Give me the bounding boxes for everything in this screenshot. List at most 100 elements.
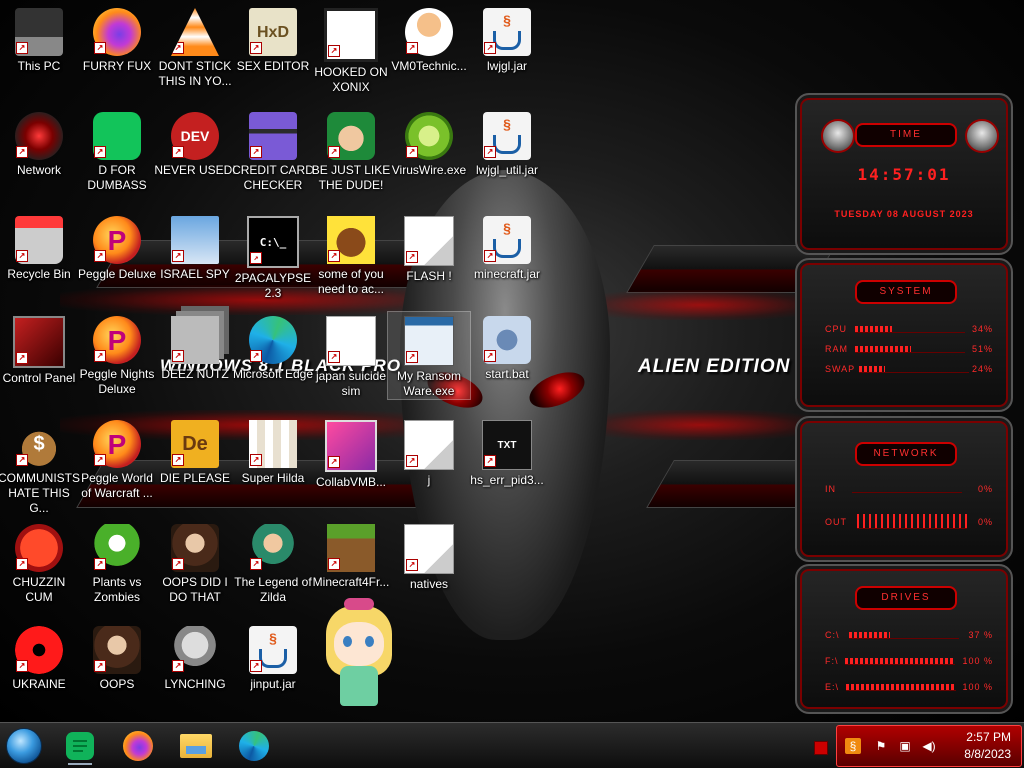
shortcut-arrow-icon: ↗ xyxy=(172,250,184,262)
window-app-icon: ↗ xyxy=(404,316,454,366)
flag-icon[interactable]: ⚑ xyxy=(873,738,889,754)
shortcut-arrow-icon: ↗ xyxy=(172,454,184,466)
desktop-icon-label: CollabVMB... xyxy=(315,475,387,489)
taskbar-file-explorer-button[interactable] xyxy=(176,727,216,765)
desktop-icon[interactable]: ↗ OOPS xyxy=(76,622,158,692)
desktop-icon-label: DIE PLEASE xyxy=(159,471,231,485)
desktop-icon[interactable]: § ↗ lwjgl_util.jar xyxy=(466,108,548,178)
shortcut-arrow-icon: ↗ xyxy=(94,146,106,158)
desktop-icon[interactable]: ↗ Control Panel xyxy=(0,312,80,386)
desktop-icon[interactable]: TXT ↗ hs_err_pid3... xyxy=(466,416,548,488)
drive-row-value: 37 % xyxy=(968,630,993,640)
system-widget: SYSTEM CPU 34% RAM 51% SWAP 24% xyxy=(795,258,1013,412)
desktop-icon[interactable]: ↗ CHUZZIN CUM xyxy=(0,520,80,605)
desktop-icon[interactable]: ↗ DEEZ NUTZ xyxy=(154,312,236,382)
desktop-icon[interactable]: ↗ The Legend of Zilda xyxy=(232,520,314,605)
desktop-icon[interactable]: C:\_ ↗ 2PACALYPSE 2.3 xyxy=(232,212,314,301)
taskbar-green-app-button[interactable] xyxy=(60,727,100,765)
java-update-icon[interactable]: § xyxy=(845,738,861,754)
network-widget: NETWORK IN 0% OUT 0% xyxy=(795,416,1013,562)
desktop-icon-label: natives xyxy=(409,577,449,591)
desktop-icon[interactable]: ↗ Recycle Bin xyxy=(0,212,80,282)
network-status-icon[interactable]: ▣ xyxy=(897,738,913,754)
desktop-icon[interactable]: P ↗ Peggle Deluxe xyxy=(76,212,158,282)
desktop-icon-label: SEX EDITOR xyxy=(236,59,310,73)
desktop-icon[interactable]: ↗ OOPS DID I DO THAT xyxy=(154,520,236,605)
desktop-icon[interactable]: ↗ DONT STICK THIS IN YO... xyxy=(154,4,236,89)
volume-icon[interactable]: ◀) xyxy=(921,738,937,754)
txt-file-icon: TXT ↗ xyxy=(482,420,532,470)
system-row-label: SWAP xyxy=(825,364,856,374)
desktop-icon[interactable]: ↗ My Ransom Ware.exe xyxy=(387,311,471,400)
shortcut-arrow-icon: ↗ xyxy=(250,558,262,570)
drive-row-value: 100 % xyxy=(962,682,993,692)
desktop-icon[interactable]: ↗ ISRAEL SPY xyxy=(154,212,236,282)
shortcut-arrow-icon: ↗ xyxy=(172,42,184,54)
desktop-icon[interactable]: ↗ Minecraft4Fr... xyxy=(310,520,392,590)
desktop-icon[interactable]: ↗ VM0Technic... xyxy=(388,4,470,74)
shortcut-arrow-icon: ↗ xyxy=(484,455,496,467)
taskbar-firefox-button[interactable] xyxy=(118,727,158,765)
desktop-icon[interactable]: ↗ japan suicide sim xyxy=(310,312,392,399)
network-row-in: IN 0% xyxy=(825,484,993,494)
taskbar-clock[interactable]: 2:57 PM 8/8/2023 xyxy=(964,729,1011,763)
desktop-icon[interactable]: ↗ Microsoft Edge xyxy=(232,312,314,382)
desktop-icon[interactable]: ↗ D FOR DUMBASS xyxy=(76,108,158,193)
shortcut-arrow-icon: ↗ xyxy=(16,42,28,54)
star-character-sticker[interactable] xyxy=(312,596,404,720)
desktop-icon[interactable]: ↗ Network xyxy=(0,108,80,178)
desktop-icon-label: hs_err_pid3... xyxy=(470,473,544,487)
portrait-icon: ↗ xyxy=(93,626,141,674)
desktop-icon[interactable]: ↗ FLASH ! xyxy=(388,212,470,284)
desktop-icon[interactable]: ↗ j xyxy=(388,416,470,488)
desktop-icon[interactable]: ↗ HOOKED ON XONIX xyxy=(310,4,392,95)
network-out-label: OUT xyxy=(825,516,847,527)
desktop-icon[interactable]: § ↗ lwjgl.jar xyxy=(466,4,548,74)
desktop-icon[interactable]: ↗ natives xyxy=(388,520,470,592)
shortcut-arrow-icon: ↗ xyxy=(250,350,262,362)
desktop-icon-label: COMMUNISTS HATE THIS G... xyxy=(0,471,80,515)
desktop-icon-label: D FOR DUMBASS xyxy=(87,163,147,192)
desktop-icon[interactable]: ↗ LYNCHING xyxy=(154,622,236,692)
desktop-icon[interactable]: DEV ↗ NEVER USED! xyxy=(154,108,236,178)
desktop-icon-label: NEVER USED! xyxy=(154,163,236,177)
desktop-icon-label: Control Panel xyxy=(2,371,76,385)
desktop-icon-label: This PC xyxy=(17,59,61,73)
edge-icon xyxy=(239,731,269,761)
desktop-icon[interactable]: $ ↗ COMMUNISTS HATE THIS G... xyxy=(0,416,80,516)
drive-row: C:\ 37 % xyxy=(825,630,993,640)
recycle-bin-icon: ↗ xyxy=(15,216,63,264)
drive-row-bar-fill xyxy=(845,657,956,664)
clock-time: 2:57 PM xyxy=(966,730,1011,744)
system-row-bar-fill xyxy=(854,325,892,332)
desktop-icon[interactable]: HxD ↗ SEX EDITOR xyxy=(232,4,314,74)
desktop-icon-label: Recycle Bin xyxy=(7,267,71,281)
shortcut-arrow-icon: ↗ xyxy=(94,350,106,362)
drive-row-bar-fill xyxy=(849,631,890,638)
system-row-bar xyxy=(858,365,969,373)
show-hidden-tray-icon[interactable] xyxy=(814,741,828,755)
desktop-icon[interactable]: ↗ CollabVMB... xyxy=(310,416,392,490)
desktop-icon[interactable]: ↗ This PC xyxy=(0,4,80,74)
desktop-icon[interactable]: § ↗ minecraft.jar xyxy=(466,212,548,282)
desktop-icon[interactable]: ↗ UKRAINE xyxy=(0,622,80,692)
desktop-icon[interactable]: ↗ CREDIT CARD CHECKER xyxy=(232,108,314,193)
desktop-icon-label: FLASH ! xyxy=(406,269,452,283)
desktop-icon[interactable]: P ↗ Peggle Nights Deluxe xyxy=(76,312,158,397)
desktop-icon[interactable]: ↗ some of you need to ac... xyxy=(310,212,392,297)
desktop-icon[interactable]: De ↗ DIE PLEASE xyxy=(154,416,236,486)
drive-row-bar xyxy=(849,631,959,639)
desktop-icon[interactable]: ↗ VirusWire.exe xyxy=(388,108,470,178)
desktop-icon[interactable]: ↗ Super Hilda xyxy=(232,416,314,486)
desktop-icon[interactable]: § ↗ jinput.jar xyxy=(232,622,314,692)
desktop-icon[interactable]: ↗ BE JUST LIKE THE DUDE! xyxy=(310,108,392,193)
desktop-icon[interactable]: ↗ Plants vs Zombies xyxy=(76,520,158,605)
drive-row-label: E:\ xyxy=(825,682,840,692)
desktop-icon[interactable]: ↗ start.bat xyxy=(466,312,548,382)
taskbar-edge-button[interactable] xyxy=(234,727,274,765)
pixel-hero-icon: ↗ xyxy=(249,524,297,572)
desktop-icon[interactable]: ↗ FURRY FUX xyxy=(76,4,158,74)
start-button[interactable] xyxy=(4,727,44,765)
desktop-icon-label: LYNCHING xyxy=(164,677,226,691)
desktop-icon[interactable]: P ↗ Peggle World of Warcraft ... xyxy=(76,416,158,501)
